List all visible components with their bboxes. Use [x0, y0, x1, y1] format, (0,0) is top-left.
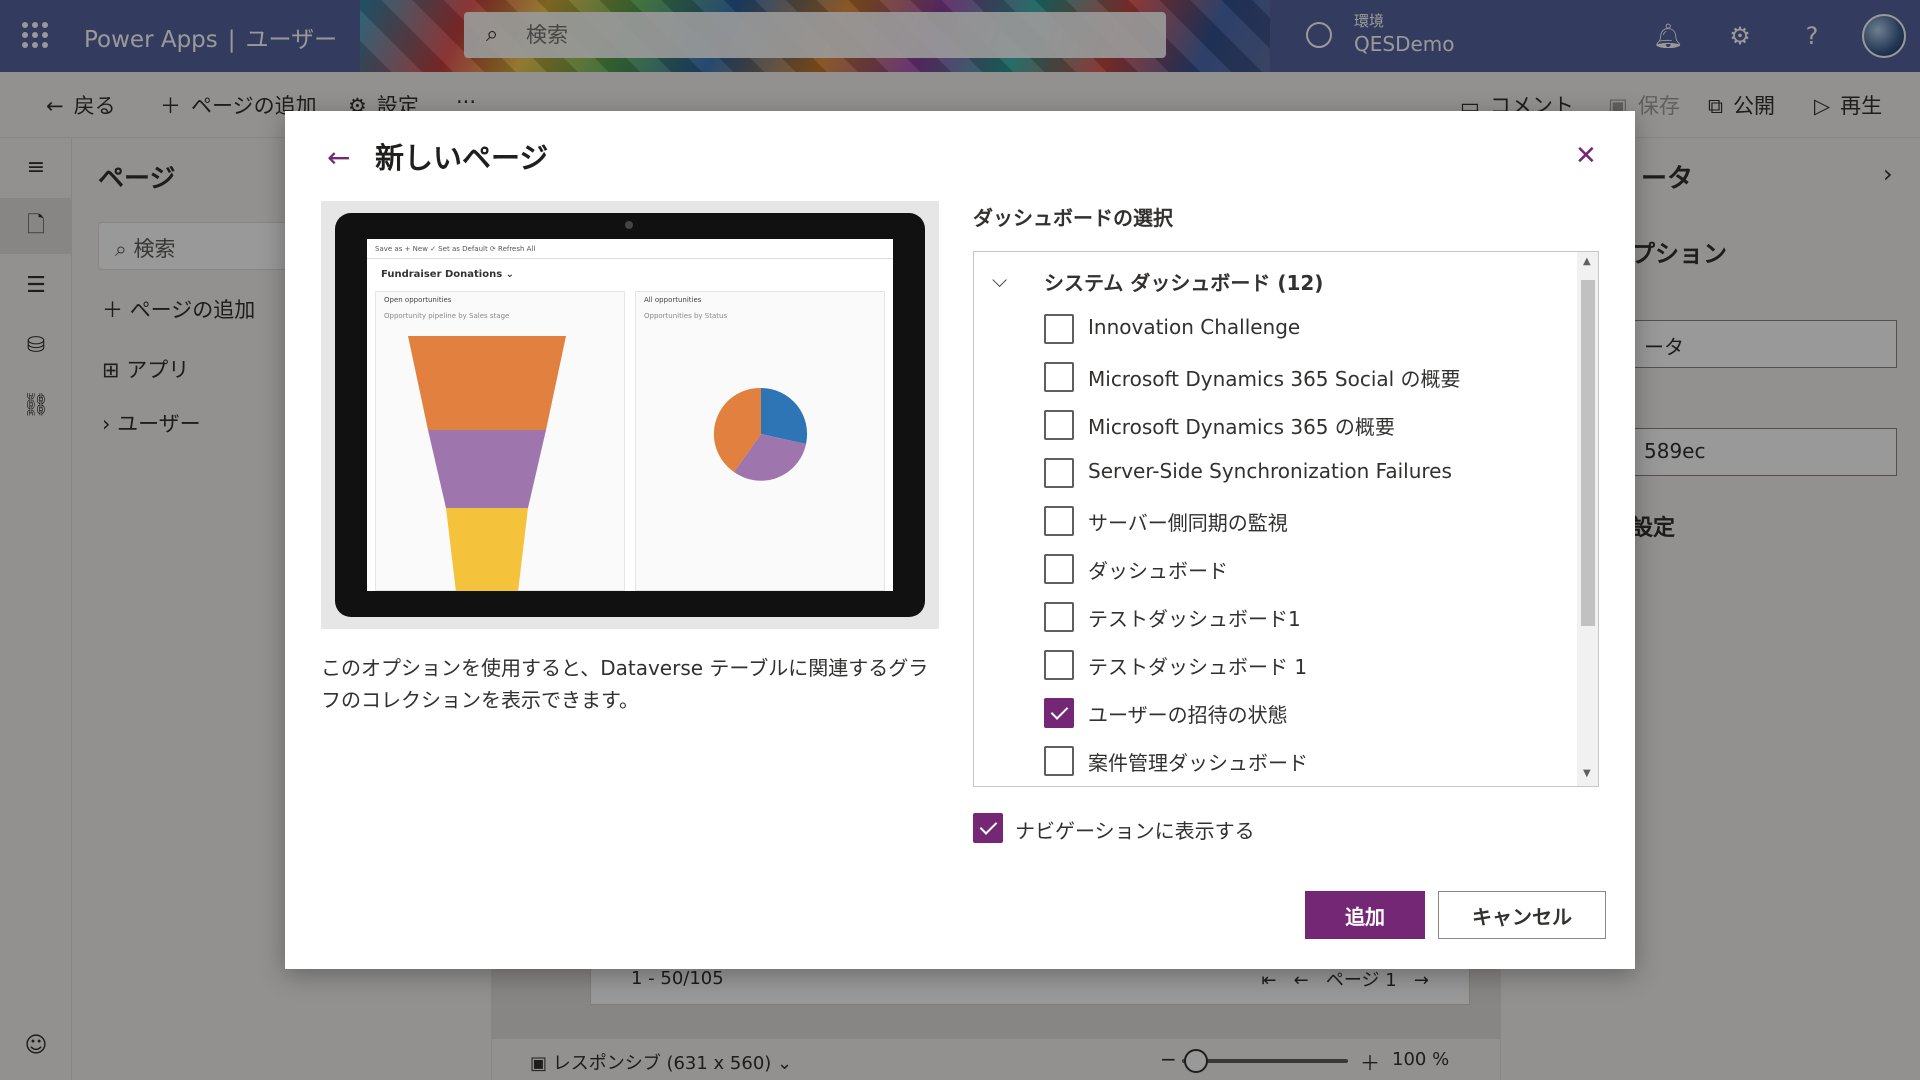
checkbox[interactable]	[1044, 650, 1074, 680]
tablet-frame: Save as + New ✓ Set as Default ⟳ Refresh…	[335, 213, 925, 617]
list-item-label: Innovation Challenge	[1088, 315, 1301, 339]
group-label[interactable]: システム ダッシュボード (12)	[1044, 267, 1323, 296]
show-in-nav-label: ナビゲーションに表示する	[1015, 819, 1255, 843]
preview-pie-card: All opportunities Opportunities by Statu…	[635, 291, 885, 591]
list-item[interactable]: Innovation Challenge	[1044, 312, 1564, 344]
dashboard-select-label: ダッシュボードの選択	[973, 206, 1173, 230]
checkbox[interactable]	[1044, 410, 1074, 440]
new-page-dialog: ← 新しいページ ✕ Save as + New ✓ Set as Defaul…	[285, 111, 1635, 969]
list-scrollbar[interactable]: ▲ ▼	[1577, 252, 1598, 786]
scroll-down-icon[interactable]: ▼	[1583, 768, 1591, 779]
list-item[interactable]: Microsoft Dynamics 365 Social の概要	[1044, 360, 1564, 392]
list-item-label: ユーザーの招待の状態	[1088, 703, 1288, 727]
list-item[interactable]: Server-Side Synchronization Failures	[1044, 456, 1564, 488]
list-item-label: 案件管理ダッシュボード	[1088, 751, 1308, 775]
checkbox[interactable]	[1044, 602, 1074, 632]
list-item[interactable]: ユーザーの招待の状態	[1044, 696, 1564, 728]
list-item-label: Microsoft Dynamics 365 Social の概要	[1088, 367, 1461, 391]
pie-chart	[713, 387, 808, 481]
list-item-label: サーバー側同期の監視	[1088, 511, 1288, 535]
list-item-label: テストダッシュボード 1	[1088, 655, 1308, 679]
preview-dashboard-title: Fundraiser Donations ⌄	[381, 269, 515, 280]
preview-toolbar: Save as + New ✓ Set as Default ⟳ Refresh…	[367, 239, 893, 259]
funnel-stage-3	[446, 508, 528, 591]
show-in-nav-option[interactable]: ナビゲーションに表示する	[973, 813, 1373, 845]
dialog-back-icon[interactable]: ←	[327, 141, 350, 174]
funnel-chart	[408, 336, 566, 591]
preview-funnel-card: Open opportunities Opportunity pipeline …	[375, 291, 625, 591]
dashboard-preview-image: Save as + New ✓ Set as Default ⟳ Refresh…	[321, 201, 939, 629]
checkbox[interactable]	[1044, 746, 1074, 776]
dialog-description: このオプションを使用すると、Dataverse テーブルに関連するグラフのコレク…	[321, 656, 929, 712]
funnel-stage-2	[428, 430, 546, 508]
checkbox[interactable]	[1044, 458, 1074, 488]
checkbox[interactable]	[1044, 698, 1074, 728]
scroll-up-icon[interactable]: ▲	[1583, 256, 1591, 267]
list-item-label: テストダッシュボード1	[1088, 607, 1301, 631]
add-button[interactable]: 追加	[1305, 891, 1425, 939]
list-item-label: Server-Side Synchronization Failures	[1088, 459, 1452, 483]
close-icon[interactable]: ✕	[1575, 141, 1597, 171]
funnel-stage-1	[408, 336, 566, 430]
list-item-label: ダッシュボード	[1088, 559, 1228, 583]
scroll-thumb[interactable]	[1581, 280, 1595, 626]
list-item[interactable]: ダッシュボード	[1044, 552, 1564, 584]
checkbox[interactable]	[1044, 314, 1074, 344]
show-in-nav-checkbox[interactable]	[973, 813, 1003, 843]
tablet-camera	[625, 221, 633, 229]
list-item[interactable]: テストダッシュボード 1	[1044, 648, 1564, 680]
list-item[interactable]: テストダッシュボード1	[1044, 600, 1564, 632]
checkbox[interactable]	[1044, 506, 1074, 536]
chevron-down-icon[interactable]: ⌵	[992, 268, 1007, 292]
list-item[interactable]: Microsoft Dynamics 365 の概要	[1044, 408, 1564, 440]
list-item[interactable]: サーバー側同期の監視	[1044, 504, 1564, 536]
dashboard-list: ⌵ システム ダッシュボード (12) Innovation Challenge…	[973, 251, 1599, 787]
tablet-screen: Save as + New ✓ Set as Default ⟳ Refresh…	[367, 239, 893, 591]
checkbox[interactable]	[1044, 554, 1074, 584]
list-item-label: Microsoft Dynamics 365 の概要	[1088, 415, 1395, 439]
dialog-title: 新しいページ	[375, 141, 549, 175]
list-item[interactable]: 案件管理ダッシュボード	[1044, 744, 1564, 776]
cancel-button[interactable]: キャンセル	[1438, 891, 1606, 939]
checkbox[interactable]	[1044, 362, 1074, 392]
